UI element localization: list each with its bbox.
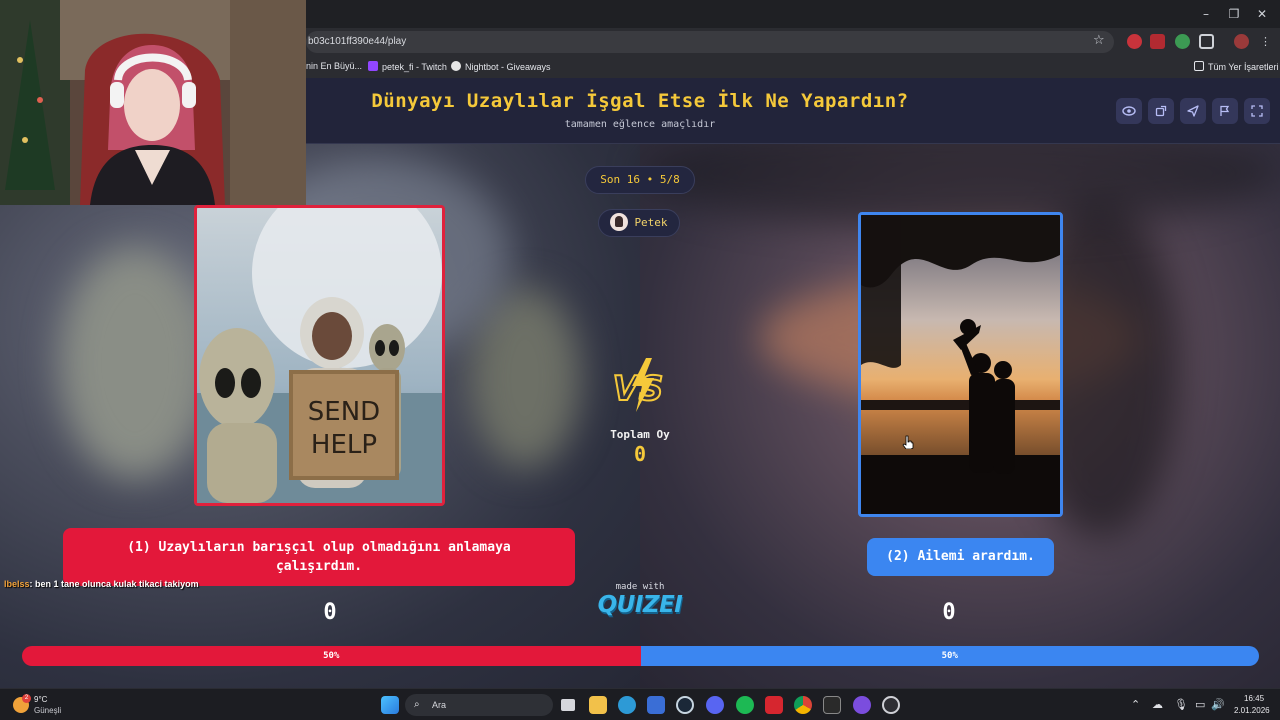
discord-icon[interactable] [706,696,724,714]
epic-games-icon[interactable] [823,696,841,714]
webcam-image [0,0,306,205]
windows-start-icon[interactable] [381,696,399,714]
menu-kebab-icon[interactable]: ⋮ [1258,34,1273,49]
chat-text: : ben 1 tane olunca kulak tikaci takiyom [29,579,199,589]
bookmark-item[interactable]: nin En Büyü... [306,61,362,71]
search-placeholder: Ara [432,700,447,710]
total-votes-value: 0 [633,442,647,466]
taskbar: 2 9°C Güneşli ⌕ Ara ⌃ ☁ 🎙 ▭ 🔊 16:45 2.01.… [0,688,1280,720]
bookmark-item[interactable]: petek_fi - Twitch [368,61,447,72]
bookmark-item[interactable]: Nightbot - Giveaways [451,61,551,72]
close-button[interactable]: ✕ [1248,4,1276,24]
chat-username: lbelss [4,579,30,589]
file-explorer-icon[interactable] [589,696,607,714]
share-icon[interactable] [1148,98,1174,124]
extensions-puzzle-icon[interactable] [1199,34,1214,49]
option-2-vote-count: 0 [942,600,956,625]
option-1-answer-button[interactable]: (1) Uzaylıların barışçıl olup olmadığını… [63,528,575,586]
search-icon: ⌕ [414,699,420,710]
nightbot-icon [451,61,461,71]
player-name: Petek [634,216,668,229]
option-2-answer-button[interactable]: (2) Ailemi arardım. [867,538,1054,576]
store-icon[interactable] [647,696,665,714]
bookmarks-bar: nin En Büyü... petek_fi - Twitch Nightbo… [306,56,1280,78]
profile-avatar[interactable] [1234,34,1249,49]
spotify-icon[interactable] [736,696,754,714]
clock-time[interactable]: 16:45 [1244,694,1264,703]
flag-icon[interactable] [1212,98,1238,124]
total-votes-label: Toplam Oy [610,428,670,441]
fullscreen-icon[interactable] [1244,98,1270,124]
restore-button[interactable]: ❐ [1220,4,1248,24]
option-1-share-bar: 50% [22,646,641,666]
bookmark-star-icon[interactable]: ☆ [1093,33,1105,48]
chat-overlay-message: lbelss: ben 1 tane olunca kulak tikaci t… [4,579,199,589]
volume-icon[interactable]: 🔊 [1211,698,1225,711]
hand-cursor-icon [902,435,914,449]
option-1-card[interactable]: SEND HELP [194,205,445,506]
tray-overflow-icon[interactable]: ⌃ [1131,698,1140,711]
twitch-icon [368,61,378,71]
vs-icon: VS [612,358,664,412]
weather-badge: 2 [22,694,31,703]
app-icon[interactable] [882,696,900,714]
clock-date[interactable]: 2.01.2026 [1234,706,1270,715]
option-1-vote-count: 0 [323,600,337,625]
extension-icon[interactable] [1175,34,1190,49]
extension-icon[interactable] [1150,34,1165,49]
send-icon[interactable] [1180,98,1206,124]
microphone-icon[interactable]: 🎙 [1174,698,1188,711]
sign-text-line-1: SEND [308,397,380,427]
taskbar-search[interactable]: ⌕ Ara [405,694,553,716]
sign-text-line-2: HELP [311,430,377,460]
network-cloud-icon[interactable]: ☁ [1152,698,1163,711]
avatar [610,213,629,231]
task-view-icon[interactable] [561,699,575,711]
steam-icon[interactable] [676,696,694,714]
app-icon[interactable] [853,696,871,714]
quizei-logo[interactable]: QUIZEI [596,592,684,618]
all-bookmarks[interactable]: Tüm Yer İşaretleri [1194,61,1279,72]
address-bar[interactable]: b03c101ff390e44/play [306,31,1114,53]
vote-progress-bar: 50% 50% [22,646,1259,666]
option-2-card[interactable] [858,212,1063,517]
made-with-label: made with [615,582,665,592]
round-indicator: Son 16 • 5/8 [585,166,695,194]
extension-icon[interactable] [1127,34,1142,49]
chrome-icon[interactable] [794,696,812,714]
webcam-overlay [0,0,306,205]
weather-description[interactable]: Güneşli [34,706,61,715]
display-icon[interactable]: ▭ [1195,698,1205,711]
eye-icon[interactable] [1116,98,1142,124]
edge-icon[interactable] [618,696,636,714]
minimize-button[interactable]: – [1192,4,1220,24]
weather-temperature[interactable]: 9°C [34,695,47,704]
app-icon[interactable] [765,696,783,714]
folder-icon [1194,61,1204,71]
option-2-image [861,215,1060,514]
option-2-share-bar: 50% [640,646,1259,666]
player-badge: Petek [598,209,680,237]
option-1-image: SEND HELP [197,208,442,503]
